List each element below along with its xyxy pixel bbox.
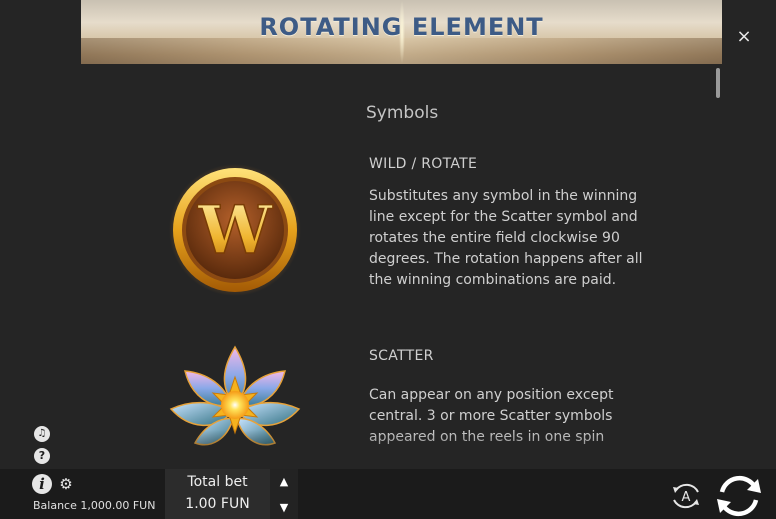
wild-symbol-name: WILD / ROTATE xyxy=(369,156,478,172)
total-bet-value: 1.00 FUN xyxy=(185,496,250,512)
autoplay-label: A xyxy=(682,490,691,505)
header-banner: ROTATING ELEMENT xyxy=(81,0,722,64)
total-bet-label: Total bet xyxy=(187,474,248,490)
scatter-symbol-name: SCATTER xyxy=(369,348,434,364)
banner-title: ROTATING ELEMENT xyxy=(259,13,544,41)
section-title: Symbols xyxy=(366,103,439,123)
info-icon[interactable]: i xyxy=(32,474,52,494)
lotus-flower-icon xyxy=(169,345,301,446)
autoplay-button[interactable]: A xyxy=(670,480,702,512)
bet-stepper: ▲ ▼ xyxy=(270,469,298,519)
spin-button[interactable] xyxy=(714,473,764,519)
scatter-symbol-description: Can appear on any position except centra… xyxy=(369,387,614,445)
total-bet-box: Total bet 1.00 FUN xyxy=(165,469,270,519)
sound-icon[interactable]: ♫ xyxy=(34,426,50,442)
balance-display: Balance 1,000.00 FUN xyxy=(33,499,156,512)
wild-w-coin-icon: W xyxy=(169,164,301,296)
scrollbar-thumb[interactable] xyxy=(716,68,720,98)
bet-decrease-button[interactable]: ▼ xyxy=(278,502,290,513)
bet-increase-button[interactable]: ▲ xyxy=(278,476,290,487)
close-button[interactable]: × xyxy=(734,27,754,47)
help-icon[interactable]: ? xyxy=(34,448,50,464)
wild-symbol-description: Substitutes any symbol in the winning li… xyxy=(369,188,643,288)
gear-icon[interactable]: ⚙ xyxy=(58,476,74,492)
svg-text:W: W xyxy=(197,191,273,269)
